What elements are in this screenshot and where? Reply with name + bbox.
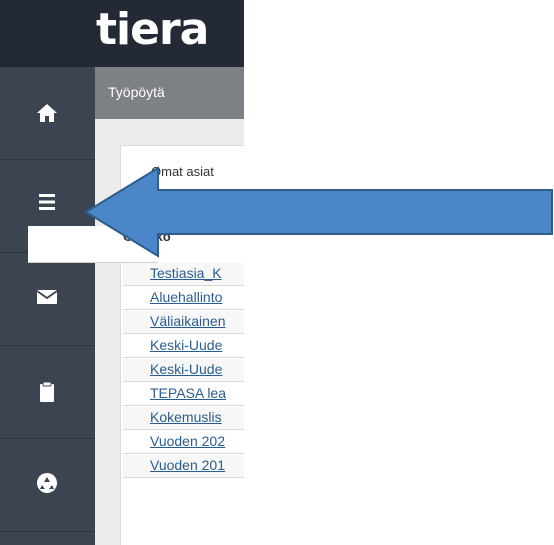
- annotation-arrow: [84, 166, 553, 258]
- arrow-shape: [84, 166, 553, 258]
